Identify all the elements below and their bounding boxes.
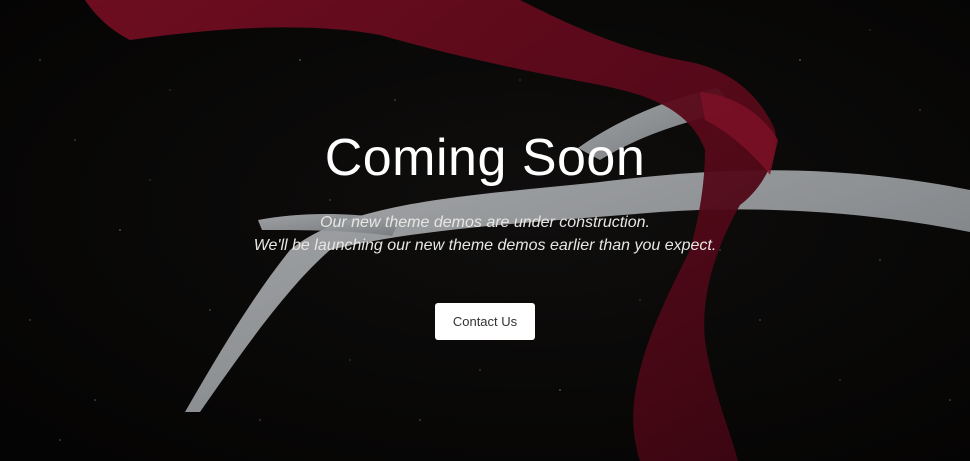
page-title: Coming Soon [324,129,646,187]
hero-section: Coming Soon Our new theme demos are unde… [0,0,970,461]
page-subtitle: Our new theme demos are under constructi… [0,211,970,257]
subtitle-line-2: We'll be launching our new theme demos e… [253,237,717,254]
hero-content: Coming Soon Our new theme demos are unde… [0,0,970,461]
contact-us-button[interactable]: Contact Us [435,303,535,340]
subtitle-line-1: Our new theme demos are under constructi… [320,214,650,231]
